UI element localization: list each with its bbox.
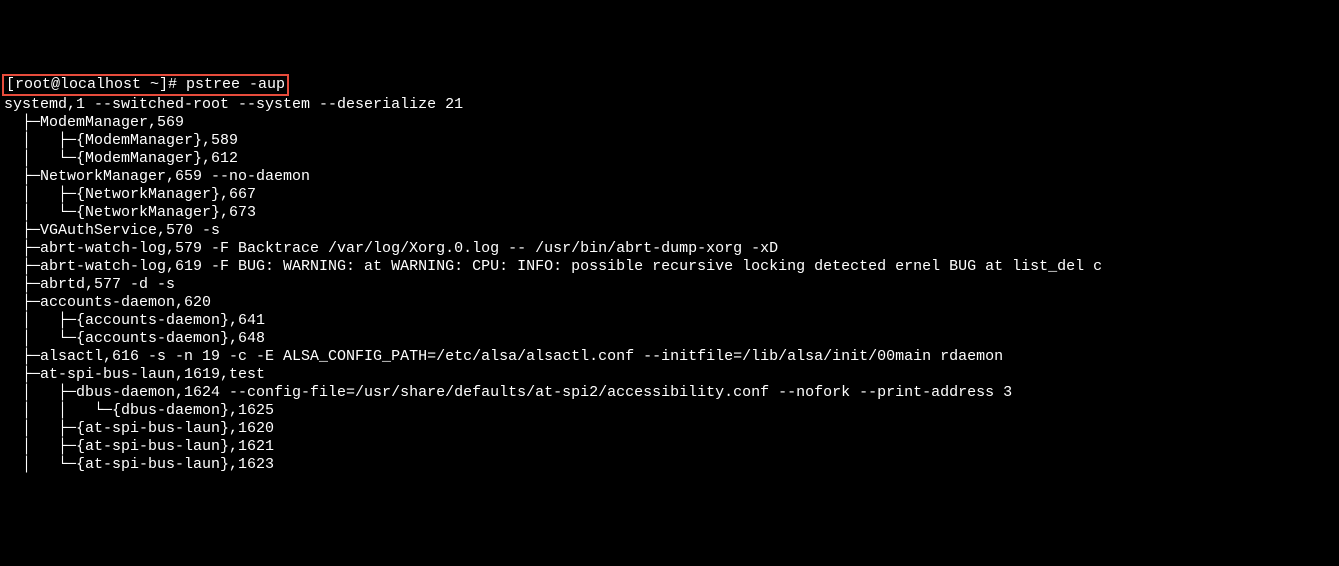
tree-line: │ ├─dbus-daemon,1624 --config-file=/usr/… bbox=[4, 384, 1012, 401]
tree-line: ├─abrt-watch-log,619 -F BUG: WARNING: at… bbox=[4, 258, 1102, 275]
tree-line: │ ├─{at-spi-bus-laun},1621 bbox=[4, 438, 274, 455]
tree-line: │ └─{NetworkManager},673 bbox=[4, 204, 256, 221]
tree-line: ├─at-spi-bus-laun,1619,test bbox=[4, 366, 265, 383]
tree-line: ├─accounts-daemon,620 bbox=[4, 294, 211, 311]
tree-line: │ └─{accounts-daemon},648 bbox=[4, 330, 265, 347]
tree-line: ├─abrt-watch-log,579 -F Backtrace /var/l… bbox=[4, 240, 778, 257]
tree-line: ├─VGAuthService,570 -s bbox=[4, 222, 220, 239]
tree-line: ├─abrtd,577 -d -s bbox=[4, 276, 175, 293]
tree-line: systemd,1 --switched-root --system --des… bbox=[4, 96, 463, 113]
tree-line: ├─ModemManager,569 bbox=[4, 114, 184, 131]
tree-line: │ │ └─{dbus-daemon},1625 bbox=[4, 402, 274, 419]
tree-line: │ └─{at-spi-bus-laun},1623 bbox=[4, 456, 274, 473]
tree-line: │ ├─{accounts-daemon},641 bbox=[4, 312, 265, 329]
tree-line: │ ├─{NetworkManager},667 bbox=[4, 186, 256, 203]
tree-line: │ ├─{at-spi-bus-laun},1620 bbox=[4, 420, 274, 437]
tree-line: │ ├─{ModemManager},589 bbox=[4, 132, 238, 149]
shell-command: pstree -aup bbox=[186, 76, 285, 93]
shell-prompt: [root@localhost ~]# bbox=[6, 76, 186, 93]
command-line-highlight: [root@localhost ~]# pstree -aup bbox=[2, 74, 289, 96]
tree-line: │ └─{ModemManager},612 bbox=[4, 150, 238, 167]
terminal-output[interactable]: [root@localhost ~]# pstree -aup systemd,… bbox=[0, 72, 1339, 476]
tree-line: ├─alsactl,616 -s -n 19 -c -E ALSA_CONFIG… bbox=[4, 348, 1003, 365]
tree-line: ├─NetworkManager,659 --no-daemon bbox=[4, 168, 310, 185]
